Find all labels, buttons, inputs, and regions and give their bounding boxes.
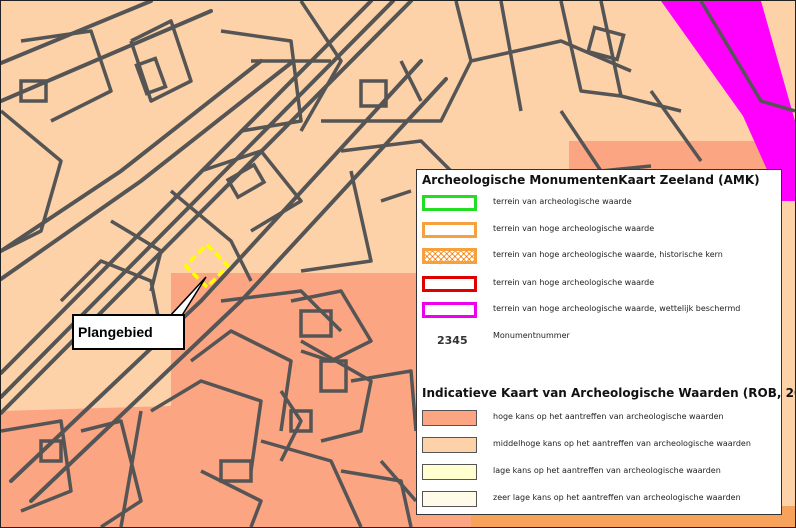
legend-row-ikaw-4: zeer lage kans op het aantreffen van arc… — [421, 491, 781, 509]
legend-label: hoge kans op het aantreffen van archeolo… — [493, 412, 724, 421]
plangebied-callout: Plangebied — [72, 314, 185, 350]
red-outline-swatch — [422, 276, 477, 292]
magenta-outline-swatch — [422, 302, 477, 318]
legend-label: terrein van hoge archeologische waarde — [493, 224, 655, 233]
map-legend: Archeologische MonumentenKaart Zeeland (… — [416, 169, 795, 515]
legend-row-amk-3: terrein van hoge archeologische waarde, … — [421, 248, 781, 266]
legend-label: middelhoge kans op het aantreffen van ar… — [493, 439, 751, 448]
legend-row-amk-4: terrein van hoge archeologische waarde — [421, 276, 781, 294]
legend-label: Monumentnummer — [493, 331, 570, 340]
yellow-fill-swatch — [422, 464, 477, 480]
legend-row-ikaw-3: lage kans op het aantreffen van archeolo… — [421, 464, 781, 482]
legend-row-amk-5: terrein van hoge archeologische waarde, … — [421, 302, 781, 320]
legend-row-ikaw-2: middelhoge kans op het aantreffen van ar… — [421, 437, 781, 455]
legend-row-amk-2: terrein van hoge archeologische waarde — [421, 222, 781, 240]
monument-number-sample: 2345 — [437, 334, 468, 347]
salmon-fill-swatch — [422, 410, 477, 426]
legend-label: terrein van hoge archeologische waarde — [493, 278, 655, 287]
legend-label: lage kans op het aantreffen van archeolo… — [493, 466, 721, 475]
legend-row-ikaw-1: hoge kans op het aantreffen van archeolo… — [421, 410, 781, 428]
orange-hatched-swatch — [422, 248, 477, 264]
legend-label: terrein van hoge archeologische waarde, … — [493, 304, 741, 313]
peach-fill-swatch — [422, 437, 477, 453]
legend-label: terrein van archeologische waarde — [493, 197, 632, 206]
orange-outline-swatch — [422, 222, 477, 238]
legend-label: zeer lage kans op het aantreffen van arc… — [493, 493, 741, 502]
legend-row-monument: 2345 Monumentnummer — [421, 331, 781, 352]
map-frame: Plangebied Archeologische MonumentenKaar… — [0, 0, 796, 528]
ikaw-legend-title: Indicatieve Kaart van Archeologische Waa… — [422, 386, 796, 400]
cream-fill-swatch — [422, 491, 477, 507]
legend-row-amk-1: terrein van archeologische waarde — [421, 195, 781, 213]
green-outline-swatch — [422, 195, 477, 211]
amk-legend-title: Archeologische MonumentenKaart Zeeland (… — [422, 173, 760, 187]
legend-label: terrein van hoge archeologische waarde, … — [493, 250, 723, 259]
